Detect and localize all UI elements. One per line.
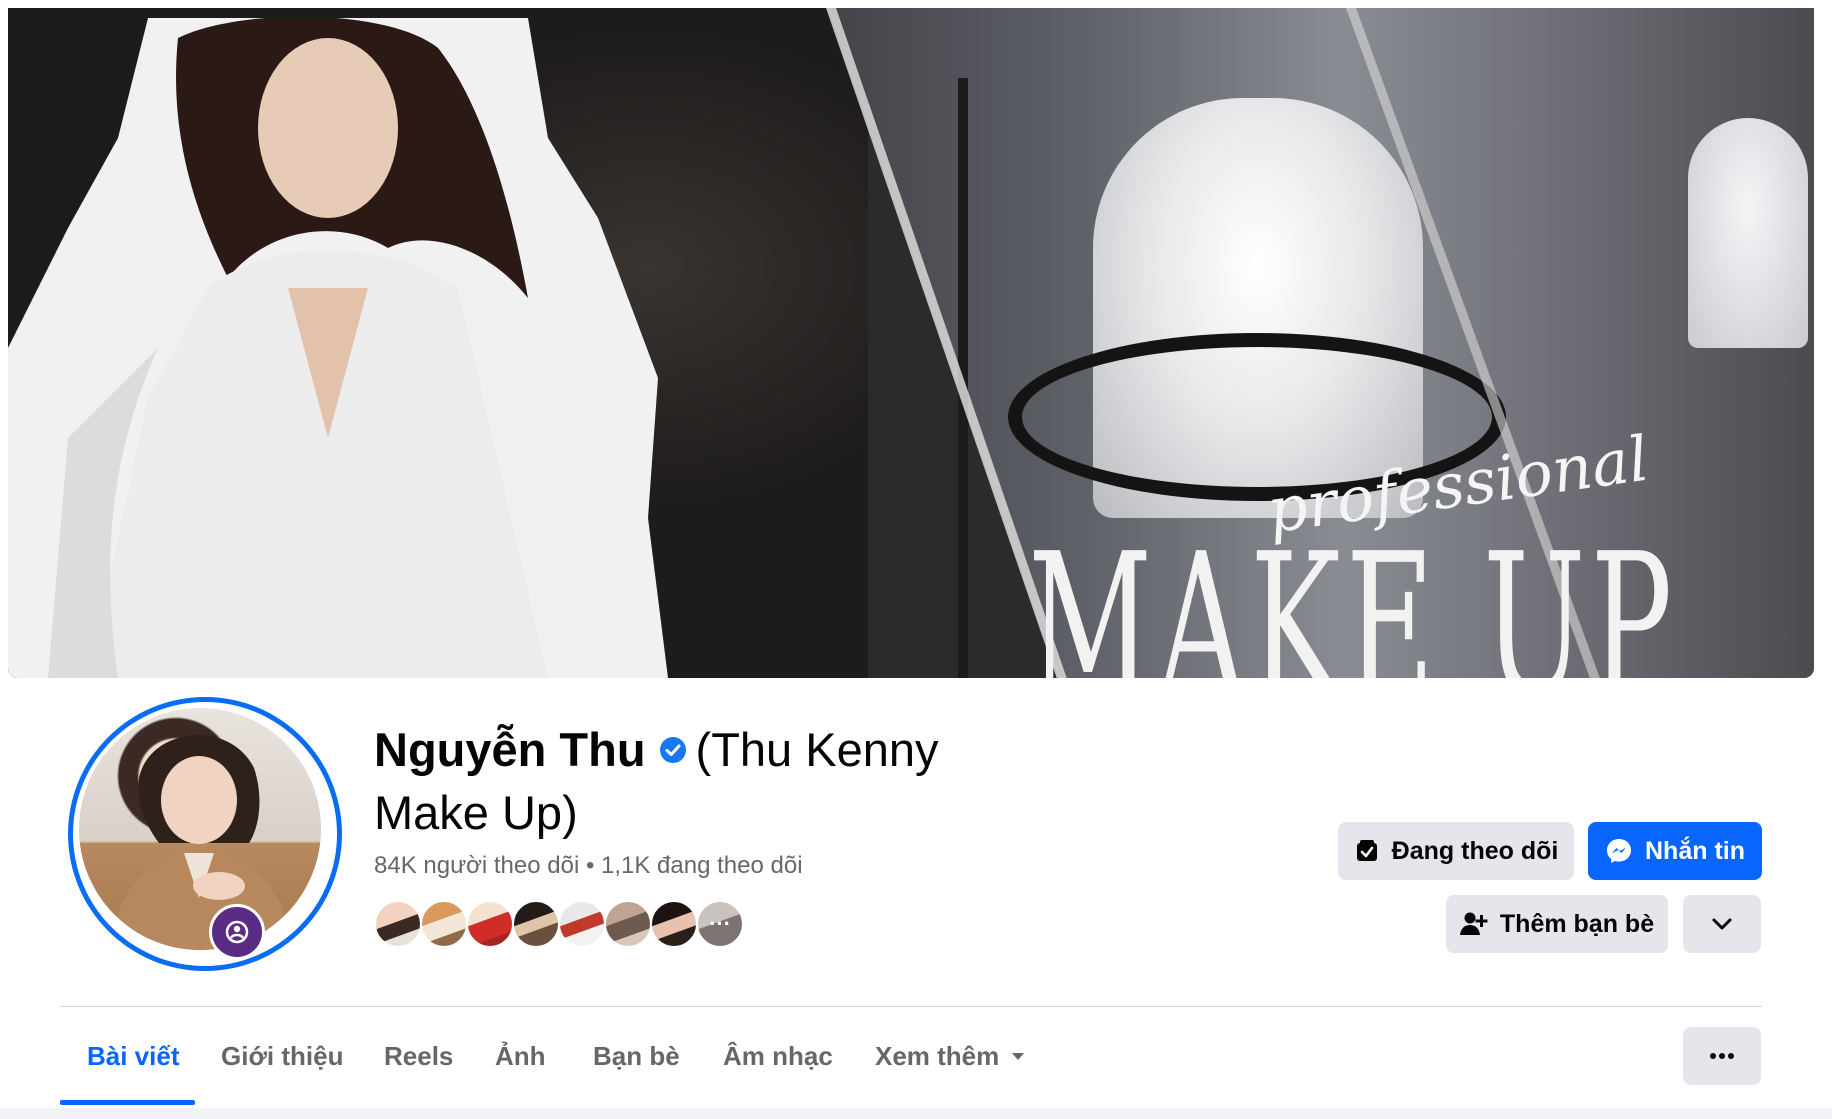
follower-stats[interactable]: 84K người theo dõi • 1,1K đang theo dõi	[374, 852, 803, 880]
messenger-icon	[1605, 837, 1633, 865]
more-options-dropdown-button[interactable]	[1683, 895, 1761, 953]
caret-down-icon	[1012, 1052, 1025, 1060]
profile-name-alias-line1: (Thu Kenny	[695, 723, 939, 776]
tab-see-more[interactable]: Xem thêm	[875, 1008, 1025, 1104]
following-check-icon	[1354, 838, 1380, 864]
add-friend-button[interactable]: Thêm bạn bè	[1446, 895, 1668, 953]
page-background-strip	[0, 1108, 1832, 1119]
following-button[interactable]: Đang theo dõi	[1338, 822, 1574, 880]
cover-headline-text: MAKE UP	[1028, 512, 1678, 678]
cover-model-figure	[8, 18, 668, 678]
avatar-frame-badge-icon	[209, 904, 265, 960]
avatar-photo	[79, 708, 321, 950]
tab-friends[interactable]: Bạn bè	[593, 1008, 680, 1104]
cover-bride-figure-small	[1688, 118, 1808, 348]
message-button[interactable]: Nhắn tin	[1588, 822, 1762, 880]
profile-name-primary: Nguyễn Thu	[374, 723, 646, 776]
profile-more-button[interactable]	[1683, 1027, 1761, 1085]
tab-photos[interactable]: Ảnh	[495, 1008, 546, 1104]
following-button-label: Đang theo dõi	[1391, 836, 1559, 865]
more-friends-icon[interactable]: ···	[696, 900, 744, 948]
active-tab-indicator	[60, 1100, 195, 1105]
friend-avatar[interactable]	[512, 900, 560, 948]
profile-avatar[interactable]	[68, 697, 342, 971]
friend-avatar[interactable]	[420, 900, 468, 948]
tab-see-more-label: Xem thêm	[875, 1040, 1000, 1071]
add-friend-button-label: Thêm bạn bè	[1499, 909, 1655, 938]
more-horizontal-icon	[1710, 1053, 1734, 1059]
message-button-label: Nhắn tin	[1645, 836, 1745, 865]
cover-photo[interactable]: professional MAKE UP	[8, 8, 1814, 678]
tab-music[interactable]: Âm nhạc	[723, 1008, 833, 1104]
friend-avatar[interactable]	[374, 900, 422, 948]
chevron-down-icon	[1712, 918, 1732, 930]
friend-avatar[interactable]	[604, 900, 652, 948]
avatar-person-illustration	[109, 735, 294, 950]
profile-name-alias-line2: Make Up)	[374, 786, 578, 839]
friend-avatar[interactable]	[558, 900, 606, 948]
verified-badge-icon[interactable]	[659, 736, 686, 763]
profile-divider	[60, 1006, 1762, 1007]
tab-posts[interactable]: Bài viết	[87, 1008, 180, 1104]
tab-reels[interactable]: Reels	[384, 1008, 453, 1104]
add-person-icon	[1459, 911, 1488, 937]
friend-avatar[interactable]	[650, 900, 698, 948]
friend-avatar[interactable]	[466, 900, 514, 948]
tab-about[interactable]: Giới thiệu	[221, 1008, 343, 1104]
profile-name: Nguyễn Thu (Thu Kenny Make Up)	[374, 718, 1034, 844]
